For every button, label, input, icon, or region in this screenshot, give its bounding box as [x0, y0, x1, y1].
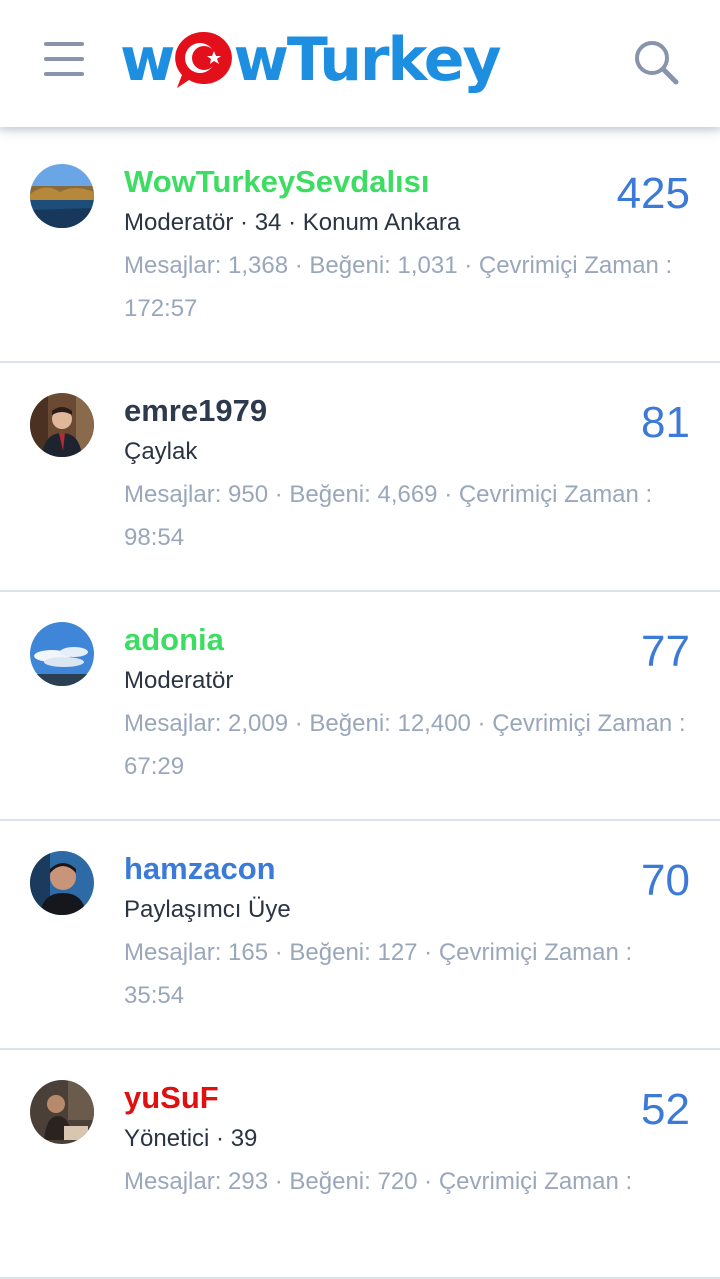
wowturkey-logo[interactable]: w wTurkey [120, 22, 582, 98]
member-name[interactable]: yuSuF [124, 1078, 219, 1118]
member-stats: Mesajlar: 950 · Beğeni: 4,669 · Çevrimiç… [124, 481, 653, 551]
member-stats: Mesajlar: 1,368 · Beğeni: 1,031 · Çevrim… [124, 252, 673, 322]
member-score[interactable]: 81 [641, 393, 690, 453]
list-item[interactable]: emre1979 Çaylak Mesajlar: 950 · Beğeni: … [0, 363, 720, 592]
logo-text-right: wTurkey [233, 25, 501, 95]
member-score[interactable]: 77 [641, 622, 690, 682]
member-score[interactable]: 52 [641, 1080, 690, 1140]
top-header: w wTurkey [0, 0, 720, 127]
member-stats: Mesajlar: 293 · Beğeni: 720 · Çevrimiçi … [124, 1168, 633, 1195]
member-role: Moderatör [124, 667, 234, 694]
member-score[interactable]: 425 [617, 164, 690, 224]
search-icon[interactable] [632, 38, 680, 86]
man-portrait-avatar[interactable] [30, 851, 94, 915]
sky-clouds-avatar[interactable] [30, 622, 94, 686]
workshop-avatar[interactable] [30, 1080, 94, 1144]
lake-landscape-avatar[interactable] [30, 164, 94, 228]
list-item[interactable]: WowTurkeySevdalısı Moderatör · 34 · Konu… [0, 134, 720, 363]
member-role: Moderatör · 34 · Konum Ankara [124, 209, 461, 236]
member-stats: Mesajlar: 165 · Beğeni: 127 · Çevrimiçi … [124, 939, 633, 1009]
turkish-flag-bubble-icon [171, 28, 235, 92]
member-name[interactable]: hamzacon [124, 849, 276, 889]
member-list: WowTurkeySevdalısı Moderatör · 34 · Konu… [0, 134, 720, 1279]
list-item[interactable]: hamzacon Paylaşımcı Üye Mesajlar: 165 · … [0, 821, 720, 1050]
member-stats: Mesajlar: 2,009 · Beğeni: 12,400 · Çevri… [124, 710, 686, 780]
member-name[interactable]: emre1979 [124, 391, 267, 431]
hamburger-menu-icon[interactable] [44, 42, 84, 78]
list-item[interactable]: adonia Moderatör Mesajlar: 2,009 · Beğen… [0, 592, 720, 821]
member-role: Paylaşımcı Üye [124, 896, 291, 923]
logo-text-left: w [120, 25, 175, 95]
list-item[interactable]: yuSuF Yönetici · 39 Mesajlar: 293 · Beğe… [0, 1050, 720, 1279]
member-score[interactable]: 70 [641, 851, 690, 911]
member-name[interactable]: WowTurkeySevdalısı [124, 162, 430, 202]
man-in-suit-avatar[interactable] [30, 393, 94, 457]
member-role: Çaylak [124, 438, 198, 465]
member-role: Yönetici · 39 [124, 1125, 258, 1152]
member-name[interactable]: adonia [124, 620, 224, 660]
